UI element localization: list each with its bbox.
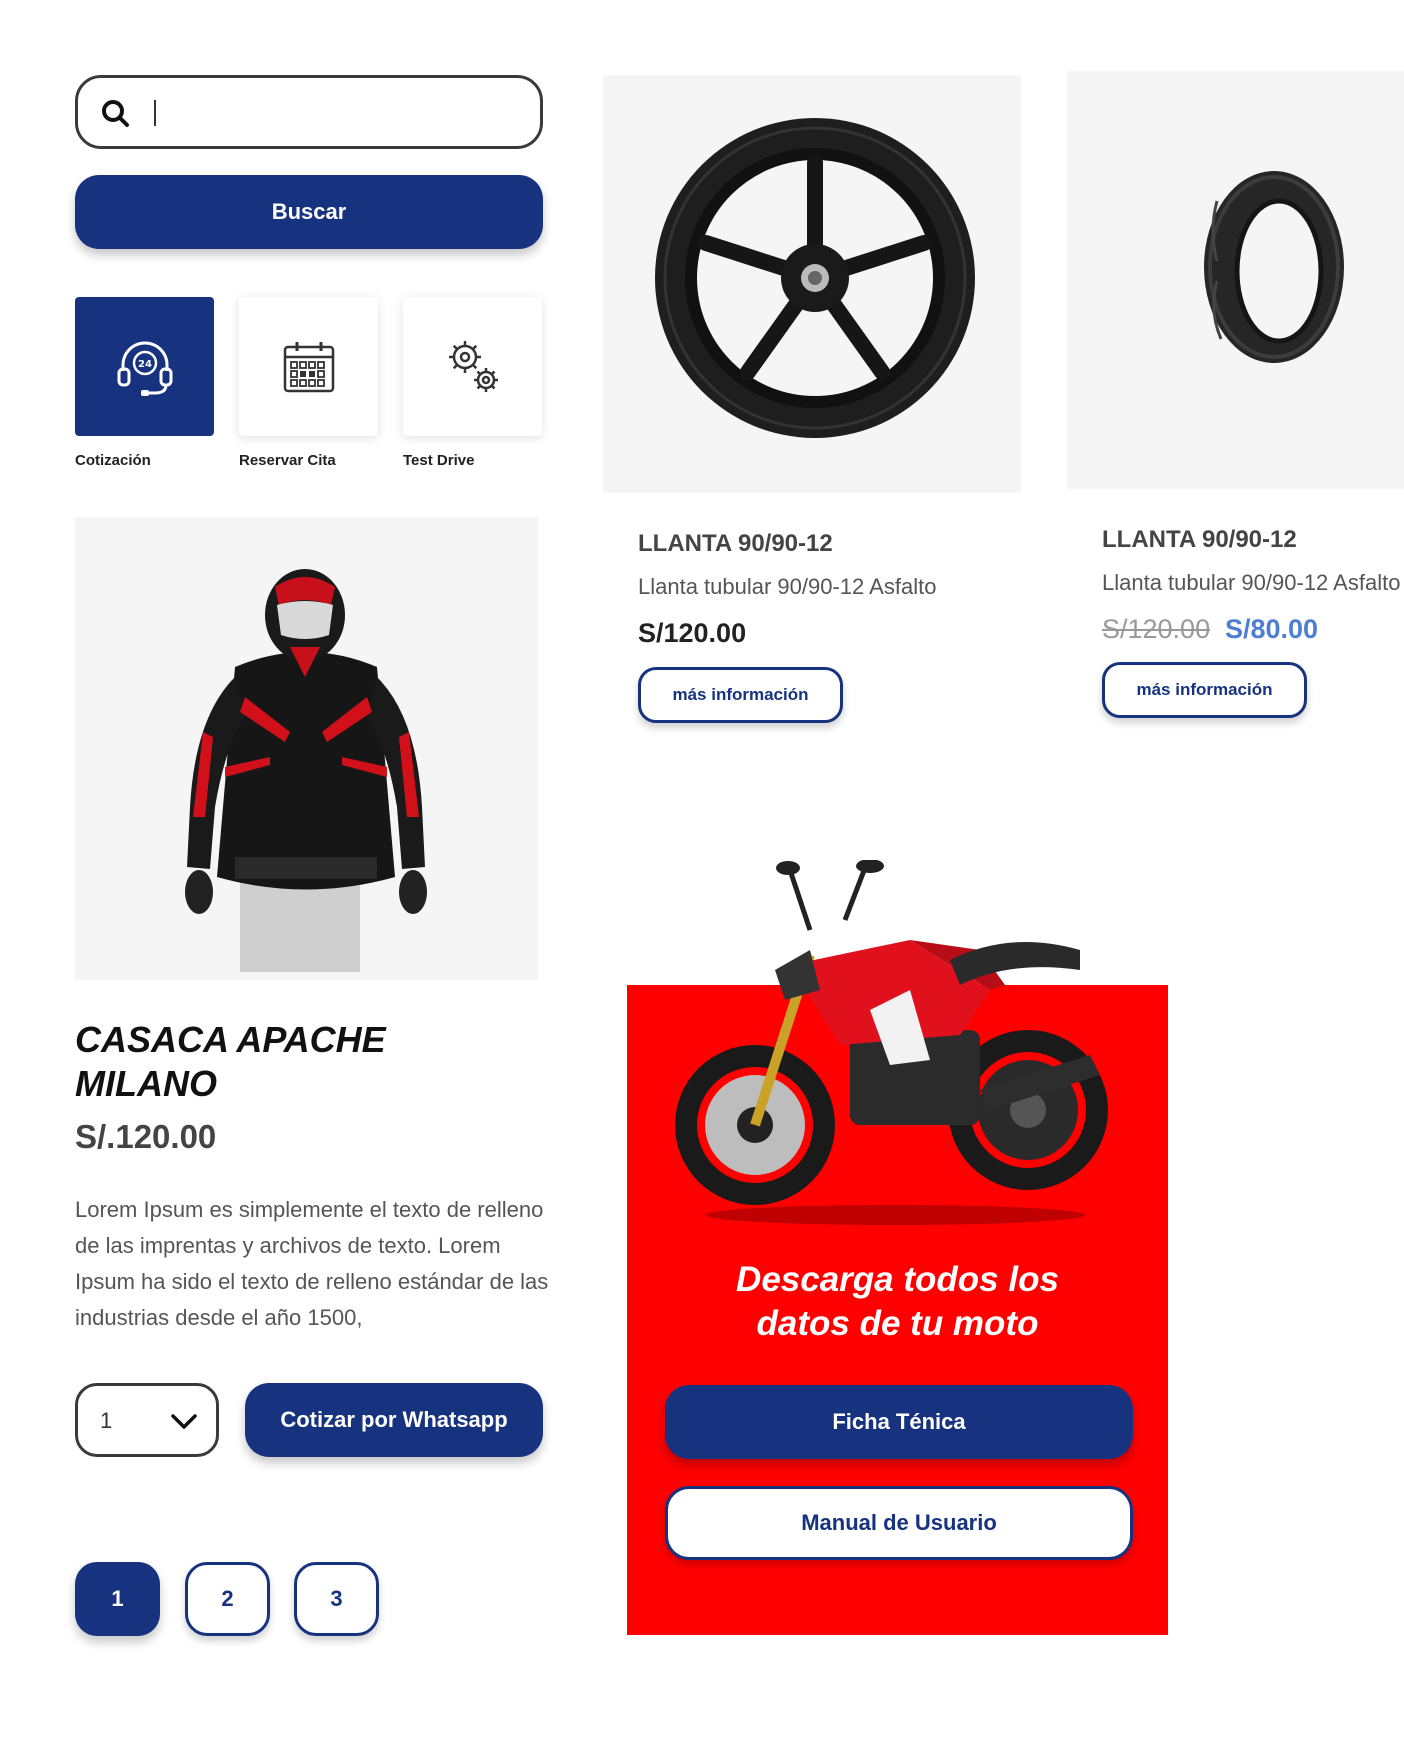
quick-action-test-drive[interactable] <box>403 297 542 436</box>
wheel-image <box>655 118 975 438</box>
featured-title-line: CASACA APACHE <box>75 1019 386 1060</box>
motorcycle-image <box>675 860 1108 1225</box>
product-price: S/120.00 <box>638 618 747 648</box>
search-field[interactable] <box>75 75 543 149</box>
product-old-price: S/120.00 <box>1102 614 1211 644</box>
jacket-image <box>185 569 427 972</box>
quantity-select[interactable]: 1 <box>75 1383 219 1457</box>
quick-action-label: Test Drive <box>403 452 475 469</box>
page-button-1[interactable]: 1 <box>75 1562 160 1636</box>
promo-headline: Descarga todos los datos de tu moto <box>627 1258 1168 1346</box>
search-button[interactable]: Buscar <box>75 175 543 249</box>
product-description: Llanta tubular 90/90-12 Asfalto <box>638 574 937 599</box>
whatsapp-quote-button[interactable]: Cotizar por Whatsapp <box>245 1383 543 1457</box>
product-sale-price: S/80.00 <box>1225 614 1319 644</box>
calendar-icon <box>283 341 334 392</box>
product-image-wheel[interactable] <box>603 75 1021 493</box>
quantity-value: 1 <box>100 1408 113 1433</box>
page-button-3[interactable]: 3 <box>294 1562 379 1636</box>
chevron-down-icon <box>171 1414 197 1429</box>
promo-headline-line: datos de tu moto <box>756 1304 1039 1343</box>
promo-headline-line: Descarga todos los <box>736 1260 1059 1299</box>
product-image-jacket[interactable] <box>75 517 538 980</box>
tire-image <box>1204 171 1344 363</box>
product-title: LLANTA 90/90-12 <box>638 530 833 557</box>
quick-action-label: Reservar Cita <box>239 452 336 469</box>
ficha-tecnica-button[interactable]: Ficha Ténica <box>665 1385 1133 1459</box>
quick-action-label: Cotización <box>75 452 151 469</box>
user-manual-button[interactable]: Manual de Usuario <box>665 1486 1133 1560</box>
gears-icon <box>448 340 498 392</box>
featured-product-title: CASACA APACHE MILANO <box>75 1018 545 1106</box>
search-icon <box>102 100 129 127</box>
quick-action-reservar-cita[interactable] <box>239 297 378 436</box>
quick-action-cotizacion[interactable]: 24 <box>75 297 214 436</box>
product-image-tire[interactable] <box>1067 71 1404 489</box>
product-title: LLANTA 90/90-12 <box>1102 526 1297 553</box>
svg-text:24: 24 <box>138 359 152 370</box>
featured-product-description: Lorem Ipsum es simplemente el texto de r… <box>75 1197 549 1330</box>
featured-title-line: MILANO <box>75 1063 217 1104</box>
search-input[interactable] <box>150 88 520 136</box>
featured-product-price: S/.120.00 <box>75 1118 217 1155</box>
product-description: Llanta tubular 90/90-12 Asfalto <box>1102 570 1401 595</box>
headset-24-icon: 24 <box>117 341 172 396</box>
page-button-2[interactable]: 2 <box>185 1562 270 1636</box>
more-info-button[interactable]: más información <box>638 667 843 723</box>
more-info-button[interactable]: más información <box>1102 662 1307 718</box>
